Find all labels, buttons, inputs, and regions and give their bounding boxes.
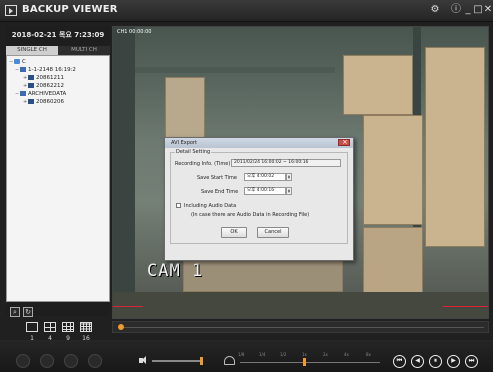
- save-end-time-input[interactable]: 오후 4:00:16: [244, 187, 286, 195]
- tree-item-recording[interactable]: +20862212: [23, 83, 64, 90]
- layout-9-icon[interactable]: [62, 322, 74, 332]
- volume-icon[interactable]: [139, 356, 146, 364]
- app-logo-icon: [5, 5, 17, 16]
- export-icon[interactable]: [88, 354, 102, 368]
- speed-tick: 8x: [366, 352, 371, 357]
- dialog-title: AVI Export: [165, 138, 353, 148]
- shelf-post: [113, 27, 135, 318]
- speed-tick: 2x: [323, 352, 328, 357]
- refresh-icon[interactable]: ↻: [23, 307, 33, 317]
- recording-info-field: 2011/02/24 16:00:02 ~ 16:00:16: [231, 159, 341, 167]
- tree-item-recording[interactable]: +20861211: [23, 75, 64, 82]
- layout-4-icon[interactable]: [44, 322, 56, 332]
- playback-control-bar: 1/8 1/4 1/2 1x 2x 4x 8x ⏮ ◀ ⏸ ▶ ⏭: [0, 340, 493, 372]
- save-start-label: Save Start Time: [197, 175, 237, 181]
- file-tree: − C −1-1-2148 16:19:2 +20861211 +20862212…: [6, 55, 110, 302]
- layout-16-icon[interactable]: [80, 322, 92, 332]
- save-start-time-input[interactable]: 오후 4:00:02: [244, 173, 286, 181]
- timeline-position-marker[interactable]: [118, 324, 124, 330]
- tree-item-drive[interactable]: − C: [9, 59, 26, 66]
- shelf-beam: [135, 67, 335, 73]
- box-stack: [363, 227, 423, 297]
- channel-tabs: SINGLE CH MULTI CH: [6, 46, 110, 55]
- pause-icon[interactable]: ⏸: [429, 355, 442, 368]
- volume-slider[interactable]: [152, 360, 202, 362]
- speed-tick: 1/4: [259, 352, 266, 357]
- dvr-icon: [20, 67, 26, 72]
- group-label: Detail Setting: [175, 149, 212, 155]
- recording-file-icon: [28, 83, 34, 88]
- layout-1-icon[interactable]: [26, 322, 38, 332]
- recording-info-label: Recording Info. (Time): [175, 161, 231, 167]
- cancel-button[interactable]: Cancel: [257, 227, 289, 238]
- snapshot-icon[interactable]: [40, 354, 54, 368]
- box-stack: [363, 115, 423, 225]
- skip-forward-icon[interactable]: ⏭: [465, 355, 478, 368]
- motion-bar: [113, 306, 143, 307]
- title-bar: BACKUP VIEWER ⚙ ⓘ _ □ ✕: [0, 0, 493, 22]
- motion-bar: [443, 306, 488, 307]
- current-datetime: 2018-02-21 목요 7:23:09: [11, 31, 105, 39]
- include-audio-checkbox[interactable]: [176, 203, 181, 208]
- speed-gauge-icon: [224, 356, 235, 365]
- record-icon[interactable]: [16, 354, 30, 368]
- info-icon[interactable]: ⓘ: [450, 3, 462, 17]
- reverse-play-icon[interactable]: ◀: [411, 355, 424, 368]
- dialog-close-button[interactable]: [338, 138, 350, 146]
- tab-multi-ch[interactable]: MULTI CH: [58, 46, 110, 55]
- save-end-spinner[interactable]: [286, 187, 292, 195]
- skip-back-icon[interactable]: ⏮: [393, 355, 406, 368]
- save-end-label: Save End Time: [201, 189, 239, 195]
- dvr-icon: [20, 91, 26, 96]
- ok-button[interactable]: OK: [221, 227, 247, 238]
- volume-slider-knob[interactable]: [200, 357, 203, 365]
- speed-tick: 1/8: [238, 352, 245, 357]
- video-timestamp: CH1 00:00:00: [117, 29, 152, 35]
- drive-icon: [14, 59, 20, 64]
- include-audio-label: Including Audio Data: [184, 203, 237, 209]
- include-audio-note: (In case there are Audio Data in Recordi…: [191, 212, 310, 218]
- camera-label: CAM 1: [147, 261, 204, 281]
- recording-file-icon: [28, 75, 34, 80]
- tab-single-ch[interactable]: SINGLE CH: [6, 46, 58, 55]
- tree-item-recording[interactable]: +20860206: [23, 99, 64, 106]
- recording-file-icon: [28, 99, 34, 104]
- speed-tick: 4x: [344, 352, 349, 357]
- tree-item-folder[interactable]: − ARCHIVEDATA: [15, 91, 66, 98]
- save-start-spinner[interactable]: [286, 173, 292, 181]
- avi-export-dialog: AVI Export Detail Setting Recording Info…: [164, 137, 354, 261]
- search-icon[interactable]: ⌕: [10, 307, 20, 317]
- window-title: BACKUP VIEWER: [22, 4, 118, 15]
- detail-setting-group: Detail Setting Recording Info. (Time) 20…: [170, 149, 348, 244]
- backup-viewer-window: BACKUP VIEWER ⚙ ⓘ _ □ ✕ 2018-02-21 목요 7:…: [0, 0, 493, 372]
- print-icon[interactable]: [64, 354, 78, 368]
- left-panel: 2018-02-21 목요 7:23:09 SINGLE CH MULTI CH…: [6, 26, 110, 316]
- play-icon[interactable]: ▶: [447, 355, 460, 368]
- box-stack: [343, 55, 413, 115]
- close-button[interactable]: ✕: [482, 3, 493, 17]
- tree-item-folder[interactable]: −1-1-2148 16:19:2: [15, 67, 76, 74]
- timeline-bar[interactable]: [112, 321, 489, 333]
- timeline-track: [124, 327, 484, 328]
- speed-tick: 1/2: [280, 352, 287, 357]
- settings-gear-icon[interactable]: ⚙: [429, 3, 441, 17]
- box-stack: [425, 47, 485, 247]
- speed-tick: 1x: [302, 352, 307, 357]
- floor: [113, 292, 488, 318]
- speed-slider-knob[interactable]: [303, 358, 306, 366]
- speed-slider[interactable]: [240, 362, 380, 363]
